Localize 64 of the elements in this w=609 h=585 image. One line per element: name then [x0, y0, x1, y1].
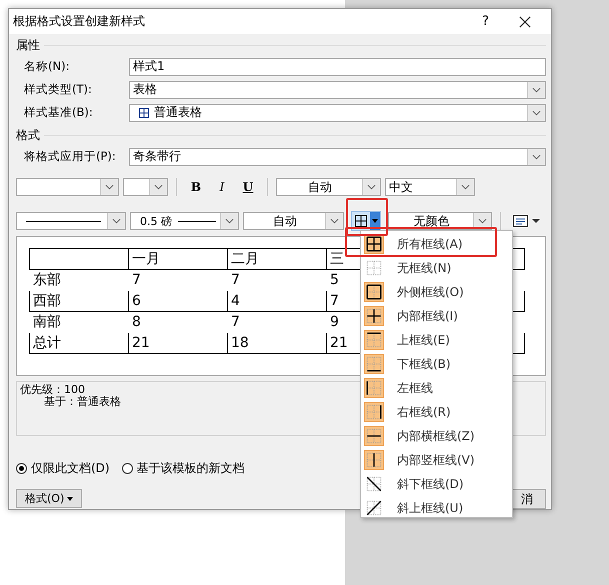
line-sample-icon [26, 220, 101, 222]
menu-item[interactable]: 右框线(R) [361, 400, 512, 424]
field-label: 样式类型(T): [23, 82, 93, 97]
table-cell: 21 [132, 335, 150, 351]
line-style-dropdown[interactable] [16, 212, 126, 230]
table-header-cell: 三 [330, 251, 344, 267]
table-icon [139, 108, 149, 118]
table-header-cell: 一月 [132, 251, 160, 267]
table-cell: 7 [132, 272, 141, 288]
table-cell: 7 [231, 272, 240, 288]
format-menu-button[interactable]: 格式(O) [16, 489, 82, 508]
style-description: 优先级：100 [20, 384, 85, 396]
dropdown-field[interactable]: 奇条带行 [129, 148, 546, 166]
scope-radio[interactable]: 基于该模板的新文档 [122, 460, 245, 476]
table-cell: 18 [231, 335, 249, 351]
font-color-dropdown[interactable]: 自动 [276, 178, 381, 196]
help-button[interactable]: ? [478, 14, 493, 29]
menu-item[interactable]: 无框线(N) [361, 256, 512, 280]
field-label: 名称(N): [23, 59, 70, 74]
field-label: 将格式应用于(P): [23, 149, 117, 164]
table-header-cell: 二月 [231, 251, 259, 267]
alignment-icon[interactable] [513, 215, 541, 227]
menu-item[interactable]: 所有框线(A) [361, 232, 512, 256]
menu-item[interactable]: 左框线 [361, 376, 512, 400]
caret-icon[interactable] [372, 219, 378, 223]
window-title: 根据格式设置创建新样式 [13, 13, 146, 30]
table-cell: 7 [231, 314, 240, 330]
menu-item[interactable]: 内部横框线(Z) [361, 424, 512, 448]
dropdown-field[interactable]: 普通表格 [129, 104, 546, 122]
menu-item[interactable]: 内部框线(I) [361, 304, 512, 328]
table-cell: 东部 [33, 272, 61, 288]
script-dropdown[interactable]: 中文 [385, 178, 475, 196]
table-cell: 5 [330, 272, 339, 288]
menu-item[interactable]: 下框线(B) [361, 352, 512, 376]
table-cell: 西部 [33, 293, 61, 309]
table-cell: 21 [330, 335, 348, 351]
underline-button[interactable]: U [237, 177, 259, 197]
menu-item[interactable]: 斜上框线(U) [361, 496, 512, 520]
table-cell: 6 [132, 293, 141, 309]
dropdown-field[interactable]: 表格 [129, 80, 546, 98]
section-heading: 格式 [16, 127, 40, 144]
field-label: 样式基准(B): [23, 105, 94, 120]
italic-button[interactable]: I [211, 177, 233, 197]
line-weight-dropdown[interactable]: 0.5 磅 [130, 212, 239, 230]
menu-item[interactable]: 内部竖框线(V) [361, 448, 512, 472]
table-cell: 南部 [33, 314, 61, 330]
table-cell: 7 [330, 293, 339, 309]
menu-item[interactable]: 斜下框线(D) [361, 472, 512, 496]
table-cell: 9 [330, 314, 339, 330]
grid-icon [354, 214, 368, 228]
style-description: 基于：普通表格 [43, 396, 121, 408]
section-heading: 属性 [16, 37, 40, 54]
name-input-field[interactable]: 样式1 [129, 58, 546, 76]
bold-button[interactable]: B [185, 177, 207, 197]
menu-item[interactable]: 上框线(E) [361, 328, 512, 352]
table-cell: 总计 [33, 335, 61, 351]
line-sample-icon [178, 220, 216, 222]
scope-radio[interactable]: 仅限此文档(D) [16, 460, 110, 476]
caret-icon [67, 496, 74, 500]
close-icon[interactable] [519, 16, 531, 28]
border-color-dropdown[interactable]: 自动 [243, 212, 344, 230]
menu-item[interactable]: 外侧框线(O) [361, 280, 512, 304]
table-cell: 4 [231, 293, 240, 309]
table-cell: 8 [132, 314, 141, 330]
